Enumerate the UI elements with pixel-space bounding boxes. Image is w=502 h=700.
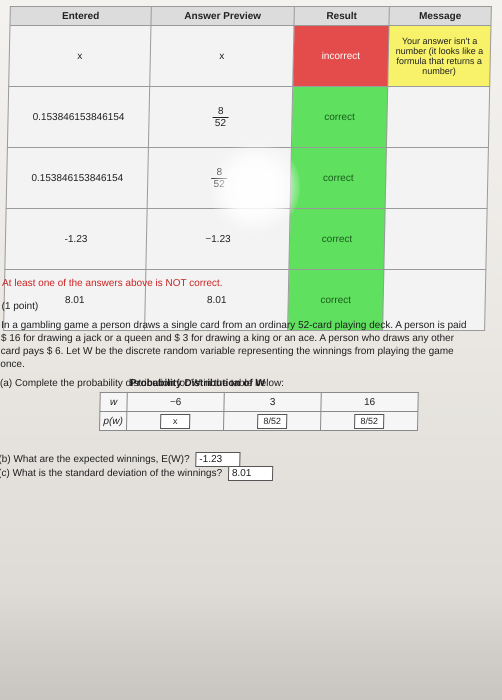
entered-cell: 0.153846153846154: [7, 86, 150, 148]
header-entered: Entered: [9, 6, 152, 26]
entered-cell: 0.153846153846154: [6, 147, 149, 209]
answers-section: (b) What are the expected winnings, E(W)…: [0, 452, 274, 481]
fraction: 8 52: [211, 166, 228, 190]
preview-cell: x: [149, 25, 294, 87]
result-correct: correct: [291, 86, 388, 148]
part-b-prompt: (b) What are the expected winnings, E(W)…: [0, 454, 190, 466]
message-cell: [383, 208, 488, 270]
w-value-2: 3: [223, 392, 322, 412]
message-cell: [385, 147, 489, 209]
problem-points: (1 point): [1, 301, 39, 312]
header-result: Result: [293, 6, 390, 26]
w-label: w: [99, 392, 128, 412]
table-row: 0.153846153846154 8 52 correct: [7, 86, 490, 148]
w-value-1: −6: [126, 392, 225, 412]
photo-background: Entered Answer Preview Result Message x …: [0, 0, 502, 700]
part-c-input[interactable]: 8.01: [227, 466, 274, 481]
p-input-3[interactable]: 8/52: [354, 413, 385, 429]
p-cell-1: x: [126, 411, 224, 431]
p-input-1[interactable]: x: [160, 413, 191, 429]
p-cell-3: 8/52: [320, 411, 418, 431]
header-answer-preview: Answer Preview: [150, 6, 295, 26]
table-row: 0.153846153846154 8 52 correct: [6, 147, 489, 209]
incorrect-warning: At least one of the answers above is NOT…: [1, 278, 223, 289]
message-cell: [386, 86, 490, 148]
p-cell-2: 8/52: [223, 411, 321, 431]
fraction: 8 52: [212, 105, 229, 129]
results-header-row: Entered Answer Preview Result Message: [9, 6, 492, 26]
result-correct: correct: [290, 147, 387, 209]
p-row: p(w) x 8/52 8/52: [99, 411, 418, 431]
probability-distribution-table: w −6 3 16 p(w) x 8/52 8/52: [99, 392, 419, 431]
preview-cell: 8 52: [147, 147, 292, 209]
result-incorrect: incorrect: [292, 25, 389, 87]
part-c-prompt: (c) What is the standard deviation of th…: [0, 468, 223, 480]
result-correct: correct: [288, 208, 386, 270]
w-value-3: 16: [320, 392, 419, 412]
part-b-input[interactable]: -1.23: [195, 452, 241, 467]
table-row: -1.23 −1.23 correct: [4, 208, 488, 270]
fraction-numerator: 8: [212, 105, 229, 118]
table-row: x x incorrect Your answer isn't a number…: [8, 25, 491, 87]
part-b-line: (b) What are the expected winnings, E(W)…: [0, 452, 273, 467]
fraction-denominator: 52: [214, 117, 227, 129]
preview-cell: 8 52: [148, 86, 293, 148]
w-row: w −6 3 16: [99, 392, 419, 412]
p-label: p(w): [99, 411, 127, 431]
entered-cell: x: [8, 25, 151, 87]
entered-cell: -1.23: [4, 208, 148, 270]
preview-cell: −1.23: [145, 208, 291, 270]
part-c-line: (c) What is the standard deviation of th…: [0, 466, 274, 481]
fraction-denominator: 52: [213, 178, 225, 190]
photo-shadow: [0, 590, 502, 700]
p-input-2[interactable]: 8/52: [257, 413, 288, 429]
distribution-title: Probability Distribution of W: [129, 378, 266, 389]
header-message: Message: [388, 6, 492, 26]
fraction-numerator: 8: [211, 166, 228, 179]
problem-statement: In a gambling game a person draws a sing…: [0, 320, 467, 370]
message-cell: Your answer isn't a number (it looks lik…: [387, 25, 491, 87]
